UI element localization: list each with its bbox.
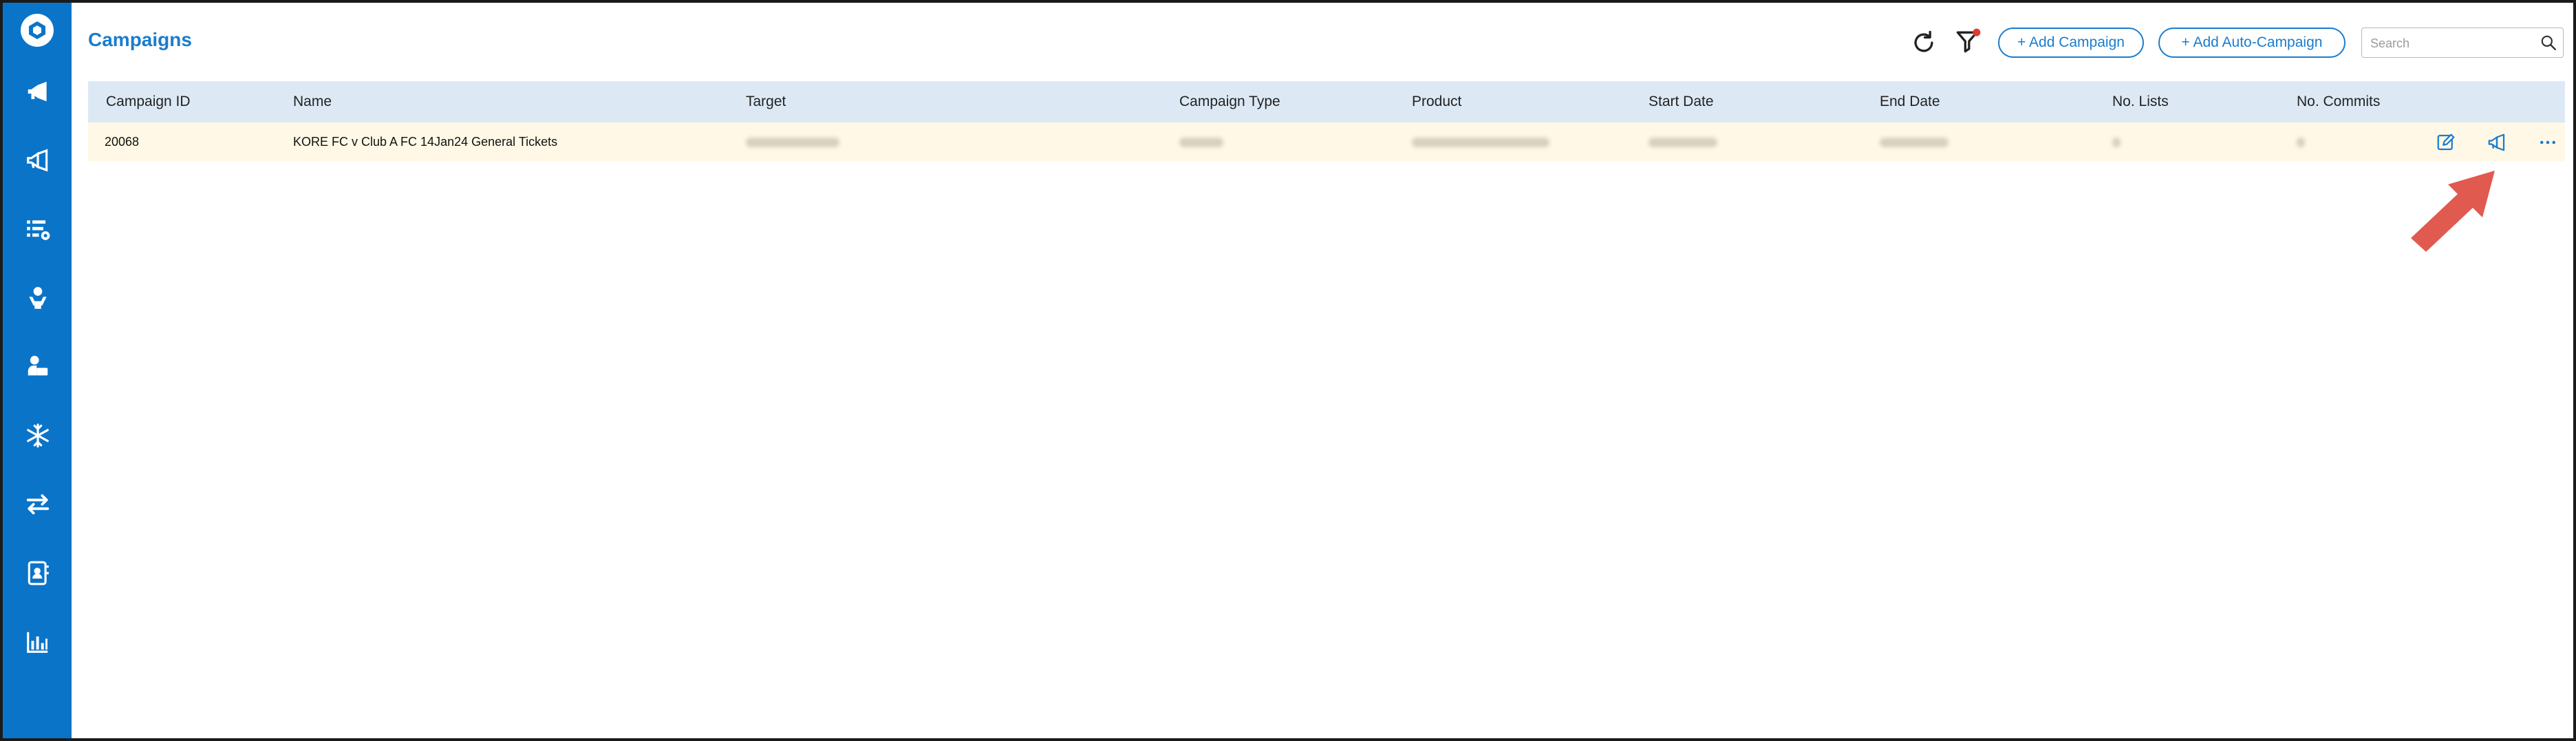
campaigns-table: Campaign ID Name Target Campaign Type Pr… <box>88 81 2565 161</box>
refresh-icon <box>1914 30 1933 52</box>
sidebar-item-transfers[interactable] <box>25 491 51 517</box>
megaphone-outline-icon <box>27 149 48 172</box>
megaphone-icon <box>2488 133 2505 151</box>
edit-icon <box>2437 133 2455 151</box>
cell-no-commits-redacted <box>2297 122 2305 161</box>
search-box <box>2361 28 2564 58</box>
contact-book-icon <box>28 561 49 586</box>
cell-start-date-redacted <box>1649 122 1717 161</box>
column-header-no-commits[interactable]: No. Commits <box>2297 81 2380 122</box>
column-header-name[interactable]: Name <box>293 81 332 122</box>
add-campaign-button[interactable]: + Add Campaign <box>1998 28 2144 58</box>
sidebar-item-operators[interactable] <box>25 354 51 380</box>
column-header-campaign-id[interactable]: Campaign ID <box>106 81 191 122</box>
cell-campaign-id: 20068 <box>105 135 140 149</box>
page-title: Campaigns <box>88 29 192 50</box>
person-laptop-icon <box>28 356 48 376</box>
table-row[interactable]: 20068 KORE FC v Club A FC 14Jan24 Genera… <box>88 122 2565 161</box>
cell-name: KORE FC v Club A FC 14Jan24 General Tick… <box>293 135 558 149</box>
edit-campaign-button[interactable] <box>2436 132 2456 153</box>
cell-product-redacted <box>1412 122 1549 161</box>
filter-icon <box>1956 28 1981 53</box>
sidebar-item-reports[interactable] <box>25 629 51 655</box>
sidebar <box>3 3 72 738</box>
sidebar-item-agents[interactable] <box>25 285 51 311</box>
person-desk-icon <box>29 287 47 309</box>
logo-icon <box>29 21 45 39</box>
snowflake-icon <box>27 423 49 448</box>
search-icon[interactable] <box>2540 34 2557 52</box>
cell-target-redacted <box>746 122 839 161</box>
column-header-product[interactable]: Product <box>1412 81 1461 122</box>
column-header-target[interactable]: Target <box>746 81 786 122</box>
more-horizontal-icon <box>2540 140 2555 144</box>
table-header: Campaign ID Name Target Campaign Type Pr… <box>88 81 2565 122</box>
filter-button[interactable] <box>1953 26 1983 56</box>
cell-campaign-type-redacted <box>1179 122 1223 161</box>
transfer-arrows-icon <box>26 494 50 515</box>
add-auto-campaign-button[interactable]: + Add Auto-Campaign <box>2158 28 2346 58</box>
more-options-button[interactable] <box>2537 132 2558 153</box>
cell-end-date-redacted <box>1880 122 1949 161</box>
sidebar-item-lists[interactable] <box>25 216 51 242</box>
column-header-campaign-type[interactable]: Campaign Type <box>1179 81 1280 122</box>
sidebar-item-campaigns[interactable] <box>25 78 51 105</box>
list-settings-icon <box>27 220 50 240</box>
sidebar-item-auto-campaigns[interactable] <box>25 147 51 173</box>
app-logo[interactable] <box>21 14 54 47</box>
column-header-no-lists[interactable]: No. Lists <box>2112 81 2169 122</box>
megaphone-icon <box>28 81 47 102</box>
sidebar-item-integrations[interactable] <box>25 422 51 449</box>
column-header-end-date[interactable]: End Date <box>1880 81 1940 122</box>
search-input[interactable] <box>2369 32 2530 54</box>
campaign-megaphone-button[interactable] <box>2487 132 2507 153</box>
cell-no-lists-redacted <box>2112 122 2121 161</box>
refresh-button[interactable] <box>1909 28 1939 58</box>
column-header-start-date[interactable]: Start Date <box>1649 81 1714 122</box>
sidebar-item-contacts[interactable] <box>25 560 51 586</box>
annotation-arrow-icon <box>2411 171 2495 252</box>
bar-chart-icon <box>27 632 48 653</box>
